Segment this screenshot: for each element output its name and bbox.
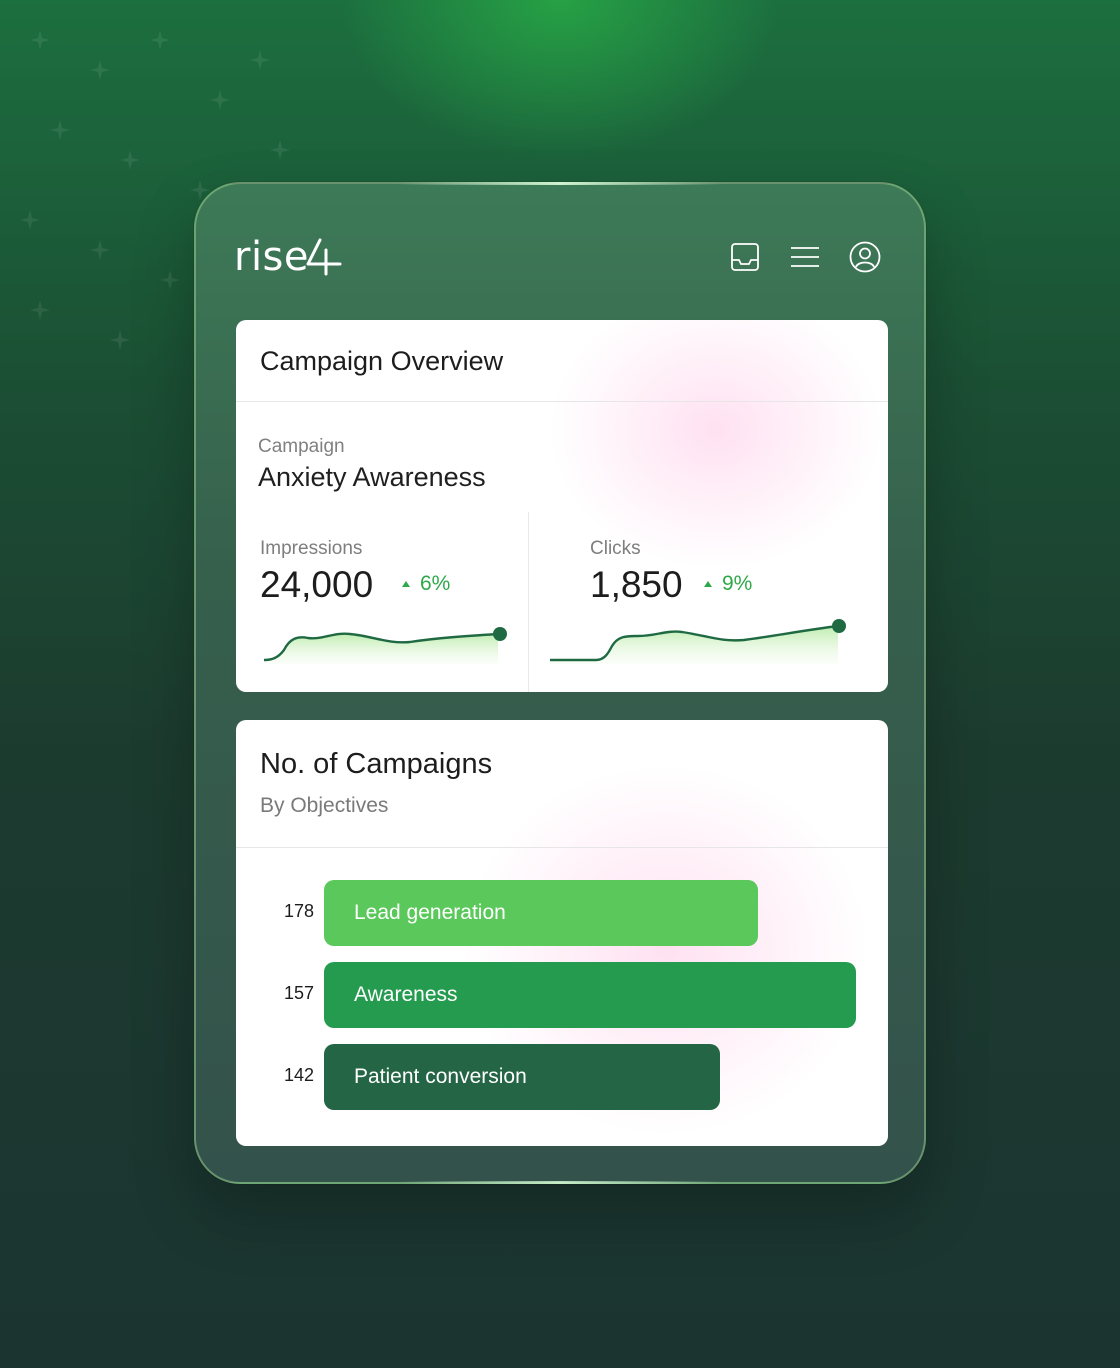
clicks-value: 1,850 bbox=[590, 564, 683, 605]
impressions-value: 24,000 bbox=[260, 564, 374, 605]
campaigns-by-objective-card: No. of Campaigns By Objectives 178 Lead … bbox=[236, 720, 888, 1146]
objective-label: Patient conversion bbox=[354, 1065, 527, 1088]
objective-bar-awareness[interactable]: Awareness bbox=[324, 962, 856, 1028]
sparkline-end-dot bbox=[493, 627, 507, 641]
objective-label: Lead generation bbox=[354, 901, 506, 924]
card-title: No. of Campaigns bbox=[260, 748, 493, 780]
objective-label: Awareness bbox=[354, 983, 458, 1006]
card-header: No. of Campaigns By Objectives bbox=[236, 720, 888, 848]
card-title: Campaign Overview bbox=[260, 346, 504, 376]
frame-highlight-top bbox=[396, 182, 724, 185]
logo-mark: rise bbox=[234, 234, 342, 278]
campaign-label: Campaign bbox=[258, 436, 345, 457]
device-frame: rise4 rise bbox=[194, 182, 926, 1184]
impressions-delta: 6% bbox=[402, 572, 450, 596]
objective-bar-lead-generation[interactable]: Lead generation bbox=[324, 880, 758, 946]
header-actions bbox=[728, 240, 882, 274]
clicks-delta-value: 9% bbox=[722, 572, 753, 595]
brand-logo[interactable]: rise4 rise bbox=[232, 234, 342, 278]
clicks-label: Clicks bbox=[590, 538, 641, 559]
campaign-name[interactable]: Anxiety Awareness bbox=[258, 462, 486, 493]
impressions-label: Impressions bbox=[260, 538, 363, 559]
svg-text:rise: rise bbox=[234, 234, 309, 278]
clicks-delta: 9% bbox=[704, 572, 752, 596]
impressions-delta-value: 6% bbox=[420, 572, 451, 595]
objective-bar-patient-conversion[interactable]: Patient conversion bbox=[324, 1044, 720, 1110]
sparkline-end-dot bbox=[832, 619, 846, 633]
inbox-icon[interactable] bbox=[728, 240, 762, 274]
metric-divider bbox=[528, 512, 529, 692]
objective-row: 142 Patient conversion bbox=[236, 1044, 888, 1110]
objective-row: 178 Lead generation bbox=[236, 880, 888, 946]
objective-count: 142 bbox=[283, 1065, 314, 1085]
impressions-sparkline bbox=[263, 627, 507, 664]
menu-icon[interactable] bbox=[788, 240, 822, 274]
objective-row: 157 Awareness bbox=[236, 962, 888, 1028]
campaign-overview-card: Campaign Overview Campaign Anxiety Aware… bbox=[236, 320, 888, 692]
trend-up-icon bbox=[704, 581, 712, 587]
card-header: Campaign Overview bbox=[236, 320, 888, 402]
clicks-sparkline bbox=[550, 619, 846, 664]
objective-count: 178 bbox=[283, 901, 314, 921]
user-icon[interactable] bbox=[848, 240, 882, 274]
frame-highlight-bottom bbox=[396, 1181, 724, 1184]
objective-count: 157 bbox=[283, 983, 314, 1003]
card-subtitle: By Objectives bbox=[260, 794, 389, 817]
trend-up-icon bbox=[402, 581, 410, 587]
